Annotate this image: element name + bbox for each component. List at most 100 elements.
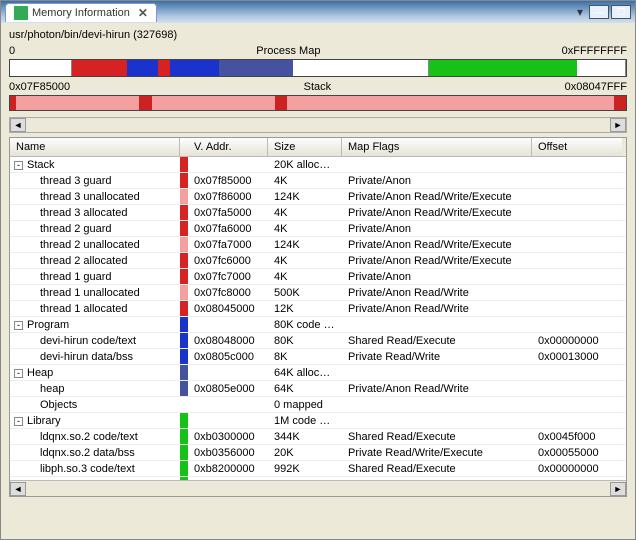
cell-size: 4K [268,255,342,267]
cell-name: devi-hirun data/bss [10,351,180,363]
table-row[interactable]: thread 3 unallocated0x07f86000124KPrivat… [10,189,626,205]
cell-addr: 0x07fa7000 [188,239,268,251]
row-name-text: Library [27,415,61,427]
collapse-icon[interactable]: - [14,161,23,170]
row-color-swatch [180,301,188,316]
row-name-text: thread 2 allocated [40,255,127,267]
cell-offset: 0x00055000 [532,447,622,459]
table-row[interactable]: thread 2 allocated 0x07fc60004KPrivate/An… [10,253,626,269]
cell-name: ldqnx.so.2 code/text [10,431,180,443]
row-name-text: Program [27,319,69,331]
table-row[interactable]: devi-hirun code/text0x0804800080KShared … [10,333,626,349]
col-offset[interactable]: Offset [532,138,622,156]
cell-name: libph.so.3 code/text [10,463,180,475]
row-name-text: Stack [27,159,55,171]
process-map-bar[interactable] [9,59,627,77]
row-name-text: thread 3 guard [40,175,112,187]
col-name[interactable]: Name [10,138,180,156]
cell-flags: Private Read/Write [342,351,532,363]
cell-addr: 0x07fc7000 [188,271,268,283]
table-row[interactable]: thread 3 guard0x07f850004KPrivate/Anon [10,173,626,189]
scroll-left-icon[interactable]: ◄ [10,482,26,496]
map-scrollbar[interactable]: ◄ ► [9,117,627,133]
scroll-left-icon[interactable]: ◄ [10,118,26,132]
memory-table: Name V. Addr. Size Map Flags Offset -Sta… [9,137,627,497]
collapse-icon[interactable]: - [14,417,23,426]
table-row[interactable]: devi-hirun data/bss0x0805c0008KPrivate R… [10,349,626,365]
cell-offset: 0x00000000 [532,463,622,475]
cell-name: -Stack [10,159,180,171]
maximize-button[interactable]: ❐ [611,5,631,19]
col-size[interactable]: Size [268,138,342,156]
table-row[interactable]: thread 1 guard0x07fc70004KPrivate/Anon [10,269,626,285]
table-row[interactable]: thread 1 allocated0x0804500012KPrivate/A… [10,301,626,317]
table-row[interactable]: thread 2 unallocated0x07fa7000124KPrivat… [10,237,626,253]
cell-flags: Private/Anon [342,175,532,187]
cell-size: 12K [268,303,342,315]
table-row[interactable]: libph.so.3 code/text 0xb8200000992KShared… [10,461,626,477]
table-row[interactable]: -Program80K code 8... [10,317,626,333]
row-color-swatch [180,285,188,300]
row-color-swatch [180,397,188,412]
close-icon[interactable]: ✕ [138,6,148,20]
view-menu-icon[interactable]: ▾ [577,5,583,19]
stack-map-bar[interactable] [9,95,627,111]
table-row[interactable]: -Library1M code 56... [10,413,626,429]
title-bar: Memory Information ✕ ▾ — ❐ [1,1,635,23]
cell-flags: Shared Read/Execute [342,431,532,443]
cell-flags: Shared Read/Execute [342,463,532,475]
row-name-text: ldqnx.so.2 data/bss [40,447,135,459]
cell-flags: Private/Anon Read/Write/Execute [342,255,532,267]
scroll-right-icon[interactable]: ► [610,482,626,496]
collapse-icon[interactable]: - [14,321,23,330]
tab-memory-info[interactable]: Memory Information ✕ [5,3,157,22]
cell-name: thread 3 unallocated [10,191,180,203]
cell-addr: 0x07fc8000 [188,287,268,299]
table-row[interactable]: ldqnx.so.2 data/bss0xb035600020KPrivate … [10,445,626,461]
row-name-text: thread 2 unallocated [40,239,140,251]
table-row[interactable]: thread 2 guard0x07fa60004KPrivate/Anon [10,221,626,237]
row-name-text: thread 3 allocated [40,207,127,219]
cell-name: thread 2 guard [10,223,180,235]
table-scrollbar[interactable]: ◄ ► [10,480,626,496]
row-color-swatch [180,237,188,252]
row-color-swatch [180,365,188,380]
cell-offset: 0x00013000 [532,351,622,363]
cell-name: heap [10,383,180,395]
row-color-swatch [180,189,188,204]
table-row[interactable]: -Stack20K allocat... [10,157,626,173]
cell-addr: 0x07f85000 [188,175,268,187]
table-row[interactable]: thread 1 unallocated0x07fc8000500KPrivat… [10,285,626,301]
memory-icon [14,6,28,20]
scroll-right-icon[interactable]: ► [610,118,626,132]
table-body: -Stack20K allocat... thread 3 guard 0x07f8… [10,157,626,480]
row-color-swatch [180,173,188,188]
cell-name: Objects [10,399,180,411]
process-path: usr/photon/bin/devi-hirun (327698) [9,29,627,41]
table-row[interactable]: Objects 0 mapped [10,397,626,413]
col-color[interactable] [180,138,188,156]
col-addr[interactable]: V. Addr. [188,138,268,156]
minimize-button[interactable]: — [589,5,609,19]
table-row[interactable]: ldqnx.so.2 code/text0xb0300000344KShared… [10,429,626,445]
cell-size: 0 mapped [268,399,342,411]
cell-addr: 0x08048000 [188,335,268,347]
cell-addr: 0x07fc6000 [188,255,268,267]
cell-flags: Private/Anon Read/Write [342,287,532,299]
collapse-icon[interactable]: - [14,369,23,378]
table-row[interactable]: thread 3 allocated0x07fa50004KPrivate/An… [10,205,626,221]
cell-name: devi-hirun code/text [10,335,180,347]
cell-size: 992K [268,463,342,475]
stack-map-header: 0x07F85000 Stack 0x08047FFF [9,81,627,93]
cell-offset: 0x0045f000 [532,431,622,443]
cell-flags: Private/Anon [342,271,532,283]
row-color-swatch [180,269,188,284]
row-color-swatch [180,221,188,236]
table-row[interactable]: -Heap64K allocated [10,365,626,381]
cell-addr: 0xb0356000 [188,447,268,459]
cell-addr: 0xb8200000 [188,463,268,475]
row-name-text: devi-hirun data/bss [40,351,133,363]
map-end: 0xFFFFFFFF [562,45,627,57]
col-flags[interactable]: Map Flags [342,138,532,156]
table-row[interactable]: heap0x0805e00064KPrivate/Anon Read/Write [10,381,626,397]
